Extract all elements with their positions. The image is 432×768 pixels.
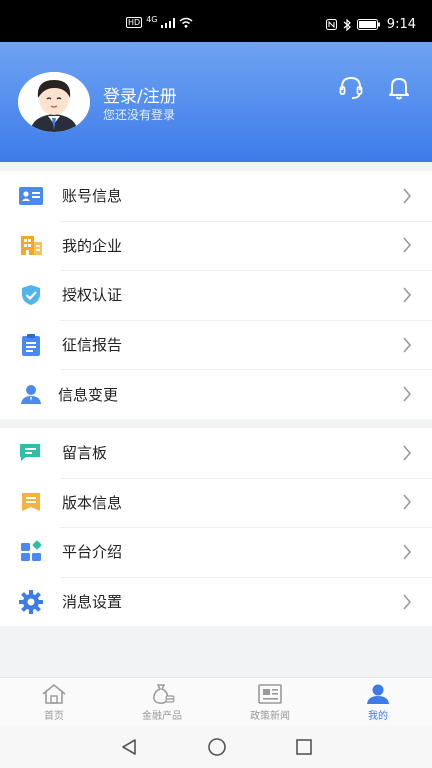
chevron-right-icon <box>400 337 414 353</box>
hd-badge: HD <box>126 17 143 28</box>
menu-label: 我的企业 <box>62 236 123 255</box>
wifi-icon <box>180 17 193 28</box>
menu-label: 授权认证 <box>62 286 123 305</box>
menu-label: 版本信息 <box>62 493 123 512</box>
menu-label: 账号信息 <box>62 187 123 206</box>
gear-icon <box>18 589 44 615</box>
chevron-right-icon <box>400 494 414 510</box>
nfc-icon <box>325 19 337 30</box>
menu-item-authorization[interactable]: 授权认证 <box>0 270 432 320</box>
nav-mine[interactable]: 我的 <box>324 678 432 726</box>
recent-apps-icon[interactable] <box>295 738 313 756</box>
status-left: HD 4G <box>126 15 193 28</box>
signal-icon <box>161 17 176 28</box>
user-edit-icon <box>18 381 44 407</box>
bluetooth-icon <box>343 18 351 31</box>
menu-group-account: 账号信息 我的企业 授权认证 征信报告 信息变更 <box>0 171 432 419</box>
profile-icon <box>367 684 389 704</box>
login-status-text: 您还没有登录 <box>103 108 176 122</box>
menu-item-version-info[interactable]: 版本信息 <box>0 477 432 528</box>
status-bar: HD 4G 9:14 <box>0 0 432 42</box>
system-nav-bar <box>0 726 432 768</box>
menu-item-message-settings[interactable]: 消息设置 <box>0 576 432 627</box>
building-icon <box>18 232 44 258</box>
home-icon <box>42 683 66 704</box>
chat-icon <box>18 440 44 466</box>
nav-label: 我的 <box>368 710 388 722</box>
status-right: 9:14 <box>325 17 416 32</box>
headset-icon <box>339 76 363 99</box>
nav-news[interactable]: 政策新闻 <box>216 678 324 726</box>
menu-label: 信息变更 <box>58 385 119 404</box>
chevron-right-icon <box>400 544 414 560</box>
status-time: 9:14 <box>386 17 416 32</box>
network-label: 4G <box>146 15 158 24</box>
menu-item-credit-report[interactable]: 征信报告 <box>0 319 432 370</box>
bell-icon <box>389 78 409 100</box>
nav-finance[interactable]: 金融产品 <box>108 678 216 726</box>
menu-label: 消息设置 <box>62 593 123 612</box>
customer-service-button[interactable] <box>337 74 365 102</box>
login-register-link[interactable]: 登录/注册 <box>103 82 177 107</box>
back-icon[interactable] <box>119 738 139 756</box>
nav-label: 金融产品 <box>142 710 182 722</box>
chevron-right-icon <box>400 237 414 253</box>
finance-icon <box>153 683 175 704</box>
avatar-icon <box>18 72 90 132</box>
menu-label: 平台介绍 <box>62 543 123 562</box>
chevron-right-icon <box>400 594 414 610</box>
menu-group-general: 留言板 版本信息 平台介绍 消息设置 <box>0 428 432 627</box>
avatar[interactable] <box>18 72 90 132</box>
notification-button[interactable] <box>385 74 413 102</box>
menu-item-platform-intro[interactable]: 平台介绍 <box>0 527 432 577</box>
menu-label: 留言板 <box>62 444 108 463</box>
menu-item-info-change[interactable]: 信息变更 <box>0 369 432 419</box>
nav-label: 首页 <box>44 710 64 722</box>
chevron-right-icon <box>400 287 414 303</box>
bottom-nav: 首页 金融产品 政策新闻 我的 <box>0 677 432 726</box>
news-icon <box>258 683 282 704</box>
menu-label: 征信报告 <box>62 336 123 355</box>
shield-icon <box>18 282 44 308</box>
clipboard-icon <box>18 332 44 358</box>
battery-icon <box>356 19 380 30</box>
menu-item-my-enterprise[interactable]: 我的企业 <box>0 220 432 271</box>
profile-header: 登录/注册 您还没有登录 <box>0 42 432 162</box>
version-icon <box>18 489 44 515</box>
nav-home[interactable]: 首页 <box>0 678 108 726</box>
chevron-right-icon <box>400 445 414 461</box>
chevron-right-icon <box>400 188 414 204</box>
grid-icon <box>18 539 44 565</box>
chevron-right-icon <box>400 386 414 402</box>
home-circle-icon[interactable] <box>207 737 227 757</box>
menu-item-account-info[interactable]: 账号信息 <box>0 171 432 221</box>
id-card-icon <box>18 183 44 209</box>
nav-label: 政策新闻 <box>250 710 290 722</box>
menu-item-message-board[interactable]: 留言板 <box>0 428 432 478</box>
